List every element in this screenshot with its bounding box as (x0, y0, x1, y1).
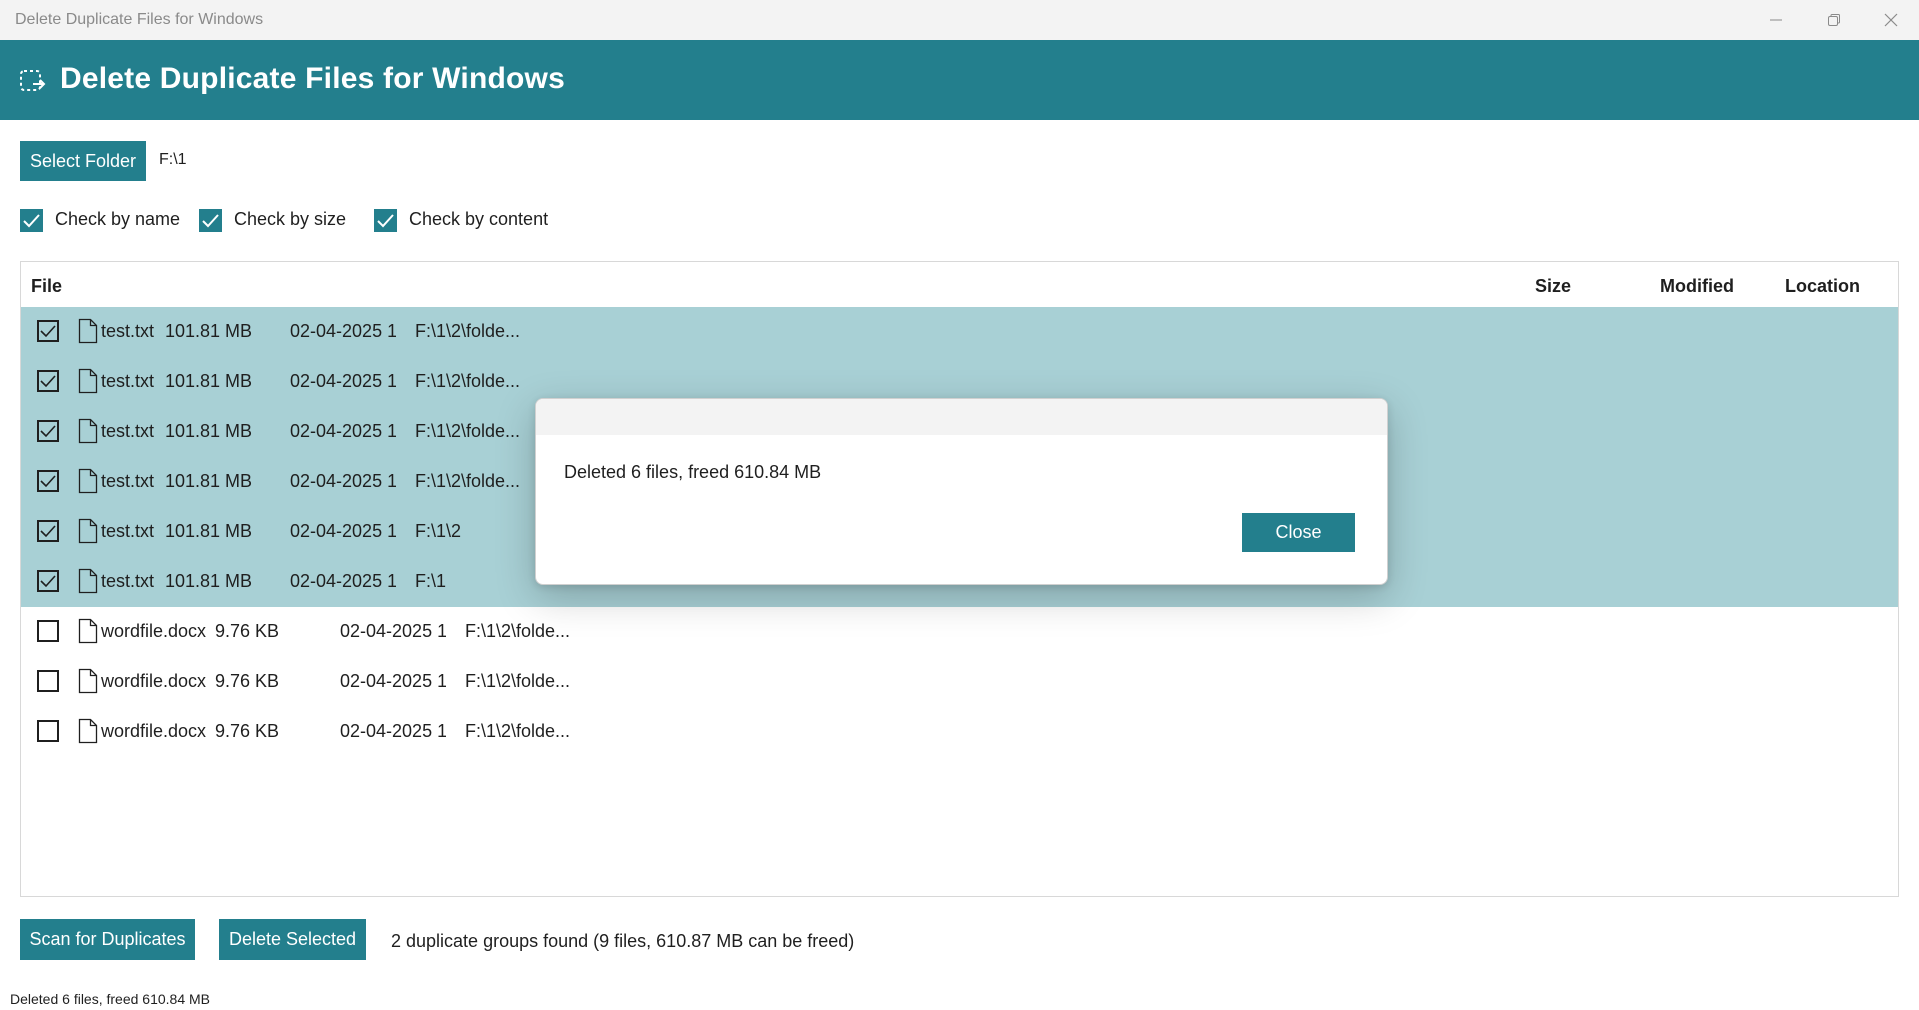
dialog-close-button[interactable]: Close (1242, 513, 1355, 552)
file-icon (78, 568, 98, 599)
file-location: F:\1\2\folde... (465, 671, 571, 691)
file-name: wordfile.docx (101, 721, 207, 741)
file-name: test.txt (101, 521, 155, 541)
list-header: File Size Modified Location (21, 262, 1898, 307)
table-row[interactable]: wordfile.docx 9.76 KB 02-04-2025 1( F:\1… (21, 707, 1898, 757)
file-icon (78, 468, 98, 499)
file-name: test.txt (101, 421, 155, 441)
file-modified: 02-04-2025 1( (340, 621, 446, 641)
file-icon (78, 318, 98, 349)
checkmark-icon (40, 474, 56, 487)
file-modified: 02-04-2025 1( (290, 321, 396, 341)
file-modified: 02-04-2025 1( (340, 721, 446, 741)
check-by-size-checkbox[interactable] (199, 209, 222, 232)
file-icon (78, 368, 98, 399)
file-icon (78, 668, 98, 699)
file-icon (78, 618, 98, 649)
file-modified: 02-04-2025 1( (340, 671, 446, 691)
file-size: 101.81 MB (165, 521, 253, 541)
file-icon (78, 718, 98, 749)
file-size: 101.81 MB (165, 421, 253, 441)
row-checkbox[interactable] (37, 470, 59, 492)
app-header: Delete Duplicate Files for Windows (0, 40, 1919, 120)
file-size: 101.81 MB (165, 371, 253, 391)
status-bar-text: Deleted 6 files, freed 610.84 MB (10, 991, 211, 1007)
file-icon (78, 518, 98, 549)
file-size: 9.76 KB (215, 621, 280, 641)
row-checkbox[interactable] (37, 420, 59, 442)
dialog-message: Deleted 6 files, freed 610.84 MB (564, 462, 822, 482)
minimize-icon[interactable] (1748, 0, 1804, 40)
file-size: 101.81 MB (165, 321, 253, 341)
column-header-file[interactable]: File (31, 276, 62, 297)
row-checkbox[interactable] (37, 570, 59, 592)
check-by-content-label: Check by content (409, 209, 549, 229)
scan-summary: 2 duplicate groups found (9 files, 610.8… (391, 931, 855, 951)
checkmark-icon (23, 213, 40, 227)
row-checkbox[interactable] (37, 370, 59, 392)
window-titlebar: Delete Duplicate Files for Windows (0, 0, 1919, 40)
check-by-name-checkbox[interactable] (20, 209, 43, 232)
table-row[interactable]: wordfile.docx 9.76 KB 02-04-2025 1( F:\1… (21, 607, 1898, 657)
file-name: test.txt (101, 471, 155, 491)
close-icon[interactable] (1863, 0, 1919, 40)
check-by-size-label: Check by size (234, 209, 347, 229)
restore-icon[interactable] (1806, 0, 1862, 40)
column-header-location[interactable]: Location (1785, 276, 1860, 297)
row-checkbox[interactable] (37, 720, 59, 742)
select-folder-button[interactable]: Select Folder (20, 141, 146, 181)
row-checkbox[interactable] (37, 670, 59, 692)
checkmark-icon (40, 374, 56, 387)
dialog-titlebar (536, 399, 1387, 435)
check-by-content-checkbox[interactable] (374, 209, 397, 232)
checkmark-icon (40, 424, 56, 437)
table-row[interactable]: test.txt 101.81 MB 02-04-2025 1( F:\1\2\… (21, 307, 1898, 357)
checkmark-icon (40, 324, 56, 337)
file-location: F:\1\2\folde... (415, 371, 521, 391)
column-header-size[interactable]: Size (1535, 276, 1571, 297)
row-checkbox[interactable] (37, 520, 59, 542)
file-location: F:\1\2\folde... (465, 621, 571, 641)
row-checkbox[interactable] (37, 320, 59, 342)
file-modified: 02-04-2025 1( (290, 371, 396, 391)
checkmark-icon (202, 213, 219, 227)
scan-duplicates-button[interactable]: Scan for Duplicates (20, 919, 195, 960)
checkmark-icon (40, 524, 56, 537)
file-size: 9.76 KB (215, 721, 280, 741)
check-by-name-label: Check by name (55, 209, 181, 229)
file-size: 9.76 KB (215, 671, 280, 691)
file-modified: 02-04-2025 1( (290, 471, 396, 491)
column-header-modified[interactable]: Modified (1660, 276, 1734, 297)
file-name: wordfile.docx (101, 671, 207, 691)
dashed-select-arrow-icon (19, 68, 47, 101)
table-row[interactable]: wordfile.docx 9.76 KB 02-04-2025 1( F:\1… (21, 657, 1898, 707)
file-size: 101.81 MB (165, 471, 253, 491)
window-title: Delete Duplicate Files for Windows (15, 11, 264, 28)
file-name: wordfile.docx (101, 621, 207, 641)
checkmark-icon (377, 213, 394, 227)
delete-selected-button[interactable]: Delete Selected (219, 919, 366, 960)
file-size: 101.81 MB (165, 571, 253, 591)
file-location: F:\1\2\folde... (465, 721, 571, 741)
folder-path: F:\1 (159, 151, 187, 168)
app-title: Delete Duplicate Files for Windows (60, 62, 565, 95)
file-name: test.txt (101, 371, 155, 391)
file-icon (78, 418, 98, 449)
file-modified: 02-04-2025 1( (290, 521, 396, 541)
file-modified: 02-04-2025 1( (290, 571, 396, 591)
row-checkbox[interactable] (37, 620, 59, 642)
file-name: test.txt (101, 571, 155, 591)
result-dialog: Deleted 6 files, freed 610.84 MB Close (535, 398, 1388, 585)
file-location: F:\1\2 (415, 521, 462, 541)
file-name: test.txt (101, 321, 155, 341)
file-location: F:\1 (415, 571, 447, 591)
file-location: F:\1\2\folde... (415, 421, 521, 441)
file-modified: 02-04-2025 1( (290, 421, 396, 441)
file-location: F:\1\2\folde... (415, 321, 521, 341)
checkmark-icon (40, 574, 56, 587)
file-location: F:\1\2\folde... (415, 471, 521, 491)
